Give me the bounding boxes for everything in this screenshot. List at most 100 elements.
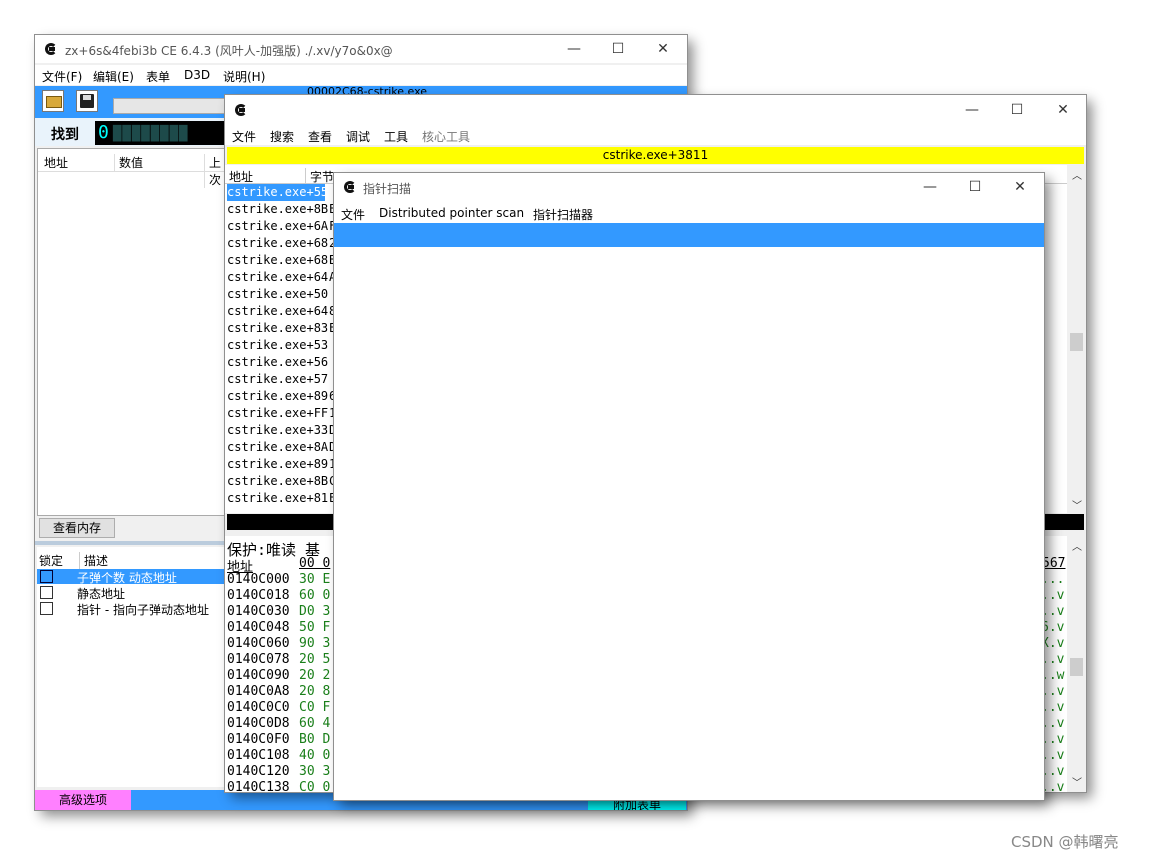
hex-row-bytes[interactable]: 20 5 [299, 652, 330, 668]
menu-tools[interactable]: 工具 [384, 128, 408, 145]
hex-row-address[interactable]: 0140C048 [227, 620, 290, 636]
hex-row-ascii[interactable]: ..v [1041, 748, 1064, 764]
menu-edit[interactable]: 编辑(E) [93, 68, 134, 85]
hex-row-ascii[interactable]: ..v [1041, 588, 1064, 604]
col-value[interactable]: 数值 [114, 154, 143, 171]
splitter[interactable] [35, 541, 225, 545]
hex-row-address[interactable]: 0140C060 [227, 636, 290, 652]
col-previous[interactable]: 上次 [204, 154, 226, 188]
hex-row-ascii[interactable]: ..v [1041, 652, 1064, 668]
col-description[interactable]: 描述 [79, 552, 108, 569]
hex-row-bytes[interactable]: 20 8 [299, 684, 330, 700]
save-button[interactable] [76, 90, 98, 112]
hex-row-bytes[interactable]: 30 3 [299, 764, 330, 780]
hex-row-address[interactable]: 0140C108 [227, 748, 290, 764]
menu-file[interactable]: 文件 [232, 128, 256, 145]
scroll-up-icon[interactable]: ︿ [1072, 538, 1082, 553]
menu-help[interactable]: 说明(H) [223, 68, 265, 85]
hex-row-address[interactable]: 0140C030 [227, 604, 290, 620]
hex-row-address[interactable]: 0140C078 [227, 652, 290, 668]
scroll-down-icon[interactable]: ﹀ [1072, 497, 1082, 512]
main-titlebar: zx+6s&4febi3b CE 6.4.3 (风叶人-加强版) ./.xv/y… [35, 35, 687, 63]
maximize-button[interactable]: ☐ [598, 37, 638, 61]
menu-table[interactable]: 表单 [146, 68, 170, 85]
hex-row-address[interactable]: 0140C0D8 [227, 716, 290, 732]
cheat-row[interactable]: 指针 - 指向子弹动态地址 [37, 601, 225, 617]
minimize-button[interactable]: — [554, 37, 594, 61]
hex-row-bytes[interactable]: 40 0 [299, 748, 330, 764]
menu-file[interactable]: 文件(F) [42, 68, 82, 85]
hex-row-bytes[interactable]: 50 F [299, 620, 330, 636]
hex-row-ascii[interactable]: ..v [1041, 700, 1064, 716]
hex-row-ascii[interactable]: ..v [1041, 684, 1064, 700]
close-button[interactable]: ✕ [643, 37, 683, 61]
pointer-results-list[interactable] [334, 247, 1044, 800]
col-bytes[interactable]: 字节 [305, 168, 334, 185]
disasm-address: cstrike.exe+FF [227, 406, 329, 420]
cheat-row[interactable]: 静态地址 [37, 585, 225, 601]
menu-d3d[interactable]: D3D [184, 68, 210, 82]
view-memory-button[interactable]: 查看内存 [39, 518, 115, 538]
hex-row-address[interactable]: 0140C018 [227, 588, 290, 604]
scroll-thumb[interactable] [1070, 333, 1083, 351]
hex-row-bytes[interactable]: 60 4 [299, 716, 330, 732]
lock-checkbox[interactable] [40, 570, 53, 583]
disasm-address: cstrike.exe+8B [227, 202, 329, 216]
hex-row-ascii[interactable]: ..v [1041, 780, 1064, 792]
advanced-options-button[interactable]: 高级选项 [35, 790, 131, 810]
menu-debug[interactable]: 调试 [346, 128, 370, 145]
hex-row-ascii[interactable]: ..v [1041, 764, 1064, 780]
hex-row-bytes[interactable]: B0 D [299, 732, 330, 748]
scroll-down-icon[interactable]: ﹀ [1072, 774, 1082, 789]
col-address[interactable]: 地址 [229, 168, 253, 185]
menu-file[interactable]: 文件 [341, 206, 365, 223]
hex-row-ascii[interactable]: X.v [1041, 636, 1064, 652]
hex-row-bytes[interactable]: C0 F [299, 700, 330, 716]
close-button[interactable]: ✕ [1000, 175, 1040, 199]
close-button[interactable]: ✕ [1043, 98, 1083, 122]
menu-view[interactable]: 查看 [308, 128, 332, 145]
hex-row-address[interactable]: 0140C138 [227, 780, 290, 792]
disasm-scrollbar[interactable]: ︿ ﹀ [1068, 165, 1085, 513]
open-process-button[interactable] [42, 90, 64, 112]
hex-row-address[interactable]: 0140C0A8 [227, 684, 290, 700]
hex-row-address[interactable]: 0140C0F0 [227, 732, 290, 748]
disasm-row[interactable]: cstrike.exe+55 [227, 184, 328, 201]
address-banner: cstrike.exe+3811 [227, 147, 1084, 164]
hex-row-bytes[interactable]: 60 0 [299, 588, 330, 604]
col-address[interactable]: 地址 [44, 154, 68, 171]
col-lock[interactable]: 锁定 [39, 552, 63, 569]
hex-row-bytes[interactable]: 90 3 [299, 636, 330, 652]
menu-distributed-scan[interactable]: Distributed pointer scan [379, 206, 524, 220]
maximize-button[interactable]: ☐ [997, 98, 1037, 122]
menu-search[interactable]: 搜索 [270, 128, 294, 145]
minimize-button[interactable]: — [910, 175, 950, 199]
hex-row-ascii[interactable]: ... [1041, 572, 1064, 588]
hex-scrollbar[interactable]: ︿ ﹀ [1068, 536, 1085, 790]
lock-checkbox[interactable] [40, 602, 53, 615]
maximize-button[interactable]: ☐ [955, 175, 995, 199]
hex-row-ascii[interactable]: ..w [1041, 668, 1064, 684]
hex-row-ascii[interactable]: ..v [1041, 716, 1064, 732]
menu-pointer-scanner[interactable]: 指针扫描器 [533, 206, 593, 223]
hex-row-address[interactable]: 0140C000 [227, 572, 290, 588]
hex-row-bytes[interactable]: D0 3 [299, 604, 330, 620]
hex-row-address[interactable]: 0140C120 [227, 764, 290, 780]
hex-row-address[interactable]: 0140C090 [227, 668, 290, 684]
results-list[interactable]: 地址 数值 上次 [37, 148, 227, 516]
scroll-up-icon[interactable]: ︿ [1072, 167, 1082, 182]
minimize-button[interactable]: — [952, 98, 992, 122]
disasm-address: cstrike.exe+57 [227, 372, 329, 386]
hex-row-address[interactable]: 0140C0C0 [227, 700, 290, 716]
cheat-row[interactable]: 子弹个数 动态地址 [37, 569, 225, 585]
hex-row-bytes[interactable]: 20 2 [299, 668, 330, 684]
hex-row-ascii[interactable]: ..v [1041, 604, 1064, 620]
hex-row-bytes[interactable]: C0 0 [299, 780, 330, 792]
scroll-thumb[interactable] [1070, 658, 1083, 676]
lock-checkbox[interactable] [40, 586, 53, 599]
hex-row-ascii[interactable]: ..v [1041, 732, 1064, 748]
hex-row-bytes[interactable]: 30 E [299, 572, 330, 588]
hex-row-ascii[interactable]: 6.v [1041, 620, 1064, 636]
cheat-table[interactable]: 锁定 描述 子弹个数 动态地址 静态地址 指针 - 指向子弹动态地址 [37, 547, 225, 787]
menu-kernel-tools[interactable]: 核心工具 [422, 128, 470, 145]
